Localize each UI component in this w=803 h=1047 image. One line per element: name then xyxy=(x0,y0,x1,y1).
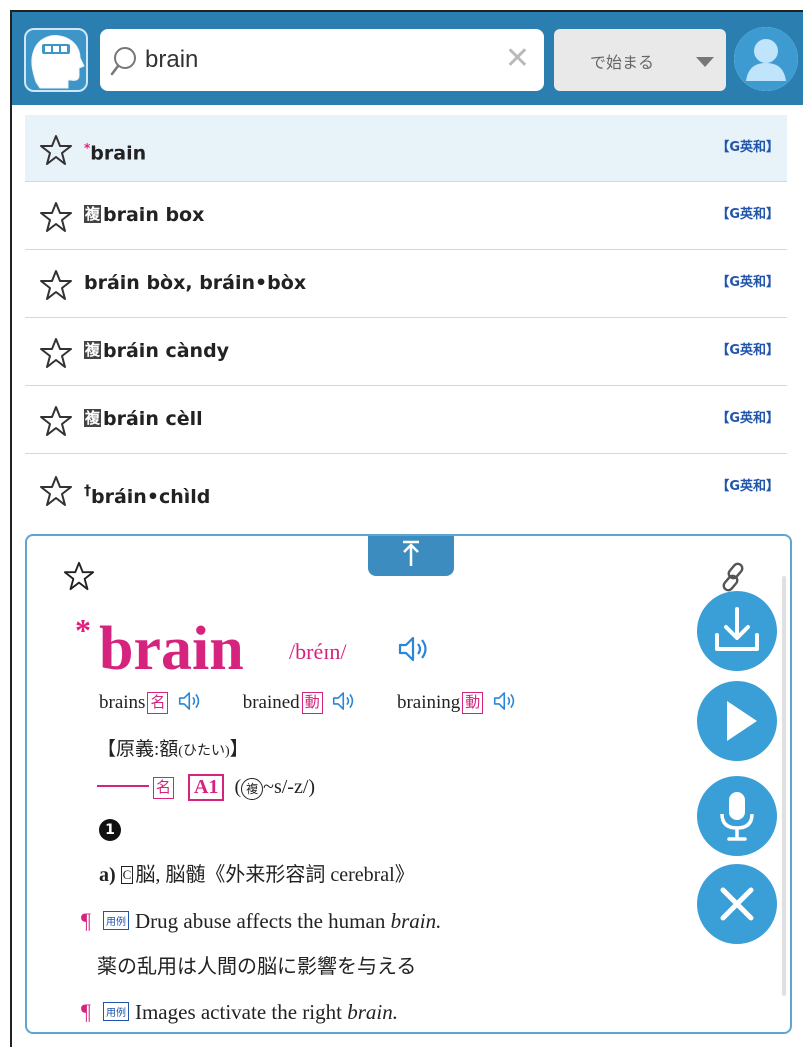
user-avatar-icon[interactable] xyxy=(734,27,798,91)
arrow-up-icon xyxy=(403,540,419,566)
obsolete-mark: † xyxy=(84,483,91,499)
result-row[interactable]: †bráin•chìld 【G英和】 xyxy=(25,454,787,524)
pos-tag: 名 xyxy=(147,692,169,714)
favorite-star-icon[interactable] xyxy=(39,474,73,508)
play-button[interactable] xyxy=(697,681,777,761)
result-word: *brain xyxy=(84,141,147,165)
panel-scrollbar[interactable] xyxy=(782,576,786,996)
match-mode-label: で始まる xyxy=(590,53,655,72)
search-input[interactable]: brain xyxy=(145,43,198,77)
sense-number: 1 xyxy=(99,819,121,841)
result-word: 複 brain box xyxy=(84,204,205,226)
download-icon xyxy=(715,607,759,651)
result-source: 【G英和】 xyxy=(716,411,779,426)
microphone-icon xyxy=(720,792,754,841)
result-word: 複 bráin cèll xyxy=(84,408,203,430)
result-row[interactable]: bráin bòx, bráin•bòx 【G英和】 xyxy=(25,250,787,318)
result-word: bráin bòx, bráin•bòx xyxy=(84,272,307,294)
result-list: *brain 【G英和】 複 brain box 【G英和】 bráin bòx,… xyxy=(25,115,787,524)
pos-tag: 動 xyxy=(462,692,484,714)
headword: brain xyxy=(99,615,244,683)
speaker-icon[interactable] xyxy=(492,690,518,714)
result-source: 【G英和】 xyxy=(716,207,779,222)
plural-mark: 複 xyxy=(241,778,264,800)
close-icon xyxy=(720,887,754,921)
collapse-panel-button[interactable] xyxy=(368,536,454,576)
pilcrow-icon: ¶ xyxy=(81,999,91,1024)
chevron-down-icon xyxy=(696,57,714,67)
part-of-speech-line: 名 A1(複 ~s/-z/) xyxy=(97,774,315,801)
play-icon xyxy=(727,701,757,741)
favorite-star-icon[interactable] xyxy=(39,404,73,438)
result-source: 【G英和】 xyxy=(716,343,779,358)
example-sentence: ¶ 用例 Images activate the right brain. xyxy=(81,999,398,1024)
download-button[interactable] xyxy=(697,591,777,671)
top-bar: brain ✕ で始まる xyxy=(12,12,803,105)
pronunciation: /bréɪn/ xyxy=(289,639,347,664)
result-word: †bráin•chìld xyxy=(84,483,211,508)
entry-detail-panel: * brain /bréɪn/ brains 名 brained 動 brainin… xyxy=(25,534,792,1034)
favorite-star-icon[interactable] xyxy=(39,336,73,370)
result-row[interactable]: 複 brain box 【G英和】 xyxy=(25,182,787,250)
link-icon[interactable] xyxy=(717,560,751,594)
example-translation: 薬の乱用は人間の脳に影響を与える xyxy=(97,956,417,978)
definition: a) C 脳, 脳髄《外来形容詞 cerebral》 xyxy=(99,864,415,886)
compound-badge: 複 xyxy=(84,341,102,359)
match-mode-select[interactable]: で始まる xyxy=(554,29,726,91)
pilcrow-icon: ¶ xyxy=(81,908,91,933)
example-tag: 用例 xyxy=(102,1002,129,1021)
result-row[interactable]: *brain 【G英和】 xyxy=(25,115,787,182)
result-source: 【G英和】 xyxy=(716,479,779,494)
clear-search-icon[interactable]: ✕ xyxy=(505,42,530,76)
headword-dash xyxy=(97,785,149,787)
etymology: 【原義:額(ひたい)】 xyxy=(97,739,249,760)
pos-tag: 動 xyxy=(301,692,323,714)
app-logo-icon[interactable] xyxy=(24,28,88,92)
example-tag: 用例 xyxy=(102,911,129,930)
favorite-star-icon[interactable] xyxy=(63,560,95,592)
pos-tag: 名 xyxy=(153,777,175,799)
favorite-star-icon[interactable] xyxy=(39,268,73,302)
search-box[interactable]: brain ✕ xyxy=(100,29,544,91)
search-icon xyxy=(110,47,136,76)
result-row[interactable]: 複 bráin cèll 【G英和】 xyxy=(25,386,787,454)
inflected-forms: brains 名 brained 動 braining 動 xyxy=(99,690,518,714)
favorite-star-icon[interactable] xyxy=(39,200,73,234)
cefr-level-badge: A1 xyxy=(188,774,225,801)
compound-badge: 複 xyxy=(84,409,102,427)
speaker-icon[interactable] xyxy=(331,690,357,714)
favorite-star-icon[interactable] xyxy=(39,133,73,167)
result-source: 【G英和】 xyxy=(716,140,779,155)
countable-mark: C xyxy=(120,866,134,884)
result-source: 【G英和】 xyxy=(716,275,779,290)
close-button[interactable] xyxy=(697,864,777,944)
speaker-icon[interactable] xyxy=(177,690,203,714)
example-sentence: ¶ 用例 Drug abuse affects the human brain. xyxy=(81,908,442,933)
speaker-icon[interactable] xyxy=(397,634,431,664)
result-word: 複 bráin càndy xyxy=(84,340,230,362)
result-row[interactable]: 複 bráin càndy 【G英和】 xyxy=(25,318,787,386)
importance-mark: * xyxy=(75,612,91,648)
compound-badge: 複 xyxy=(84,205,102,223)
microphone-button[interactable] xyxy=(697,776,777,856)
